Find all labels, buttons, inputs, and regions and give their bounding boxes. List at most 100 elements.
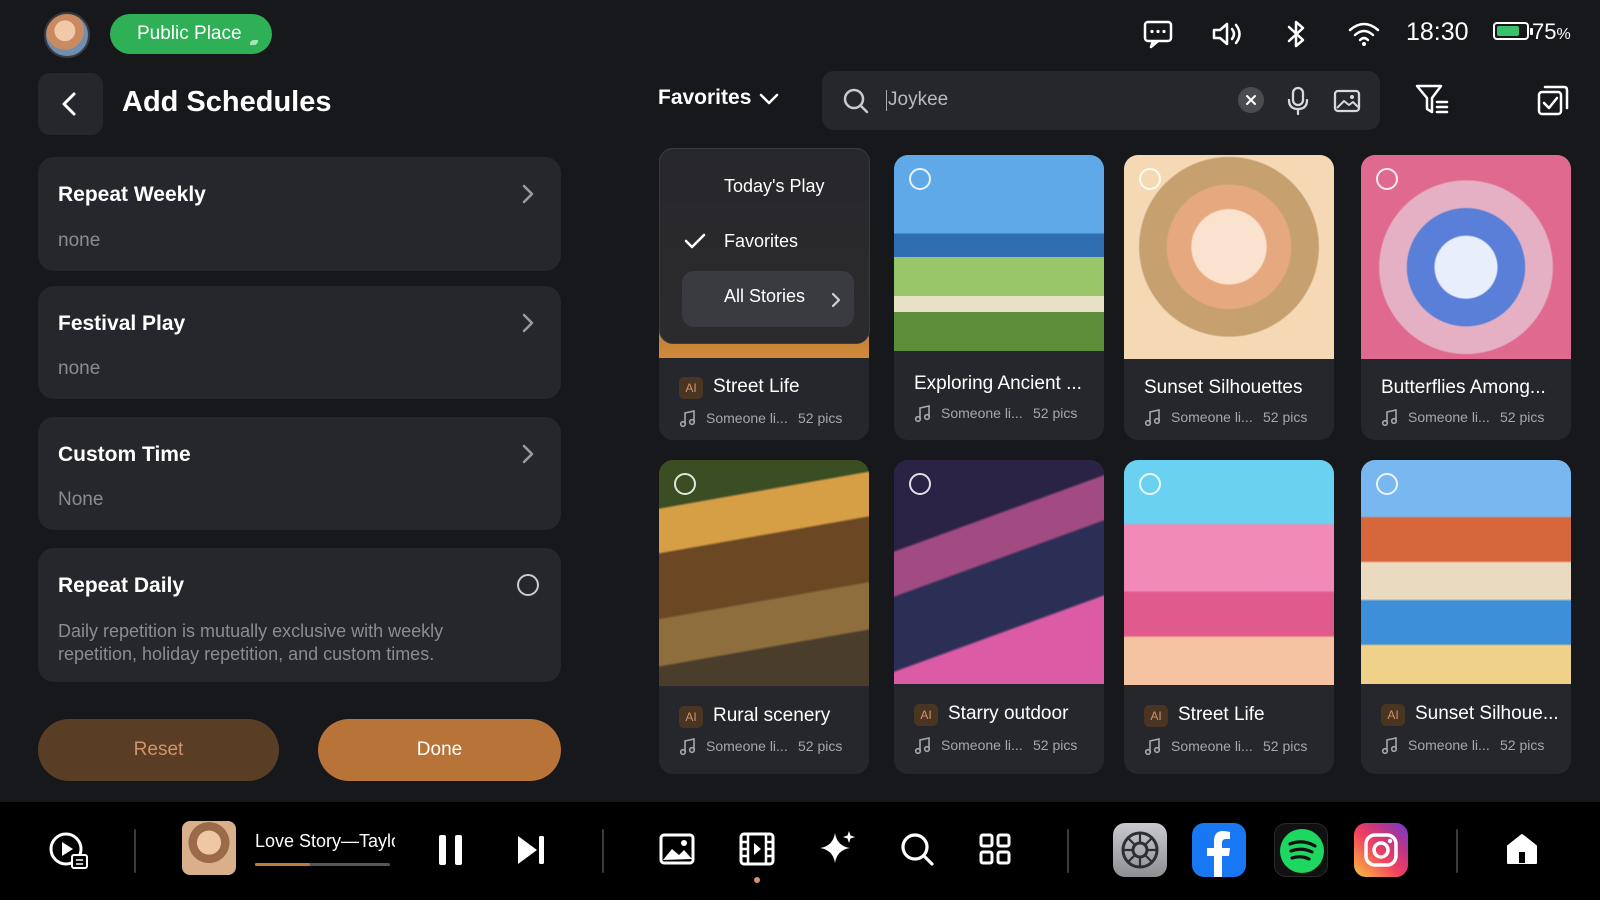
item-title: Repeat Weekly	[58, 183, 206, 206]
avatar[interactable]	[44, 12, 90, 58]
battery-level: 75%	[1532, 19, 1571, 44]
select-checkbox[interactable]	[909, 473, 931, 495]
story-title: Sunset Silhouettes	[1144, 377, 1303, 398]
story-card[interactable]: AI Rural scenery Someone li... 52 pics	[659, 460, 869, 774]
story-title: Butterflies Among...	[1381, 377, 1546, 398]
story-card[interactable]: Butterflies Among... Someone li... 52 pic…	[1361, 155, 1571, 440]
select-checkbox[interactable]	[674, 473, 696, 495]
instagram-app-icon[interactable]	[1354, 823, 1408, 877]
music-note-icon	[1144, 409, 1161, 427]
message-icon[interactable]	[1140, 16, 1176, 52]
repeat-weekly-item[interactable]: Repeat Weekly none	[38, 157, 561, 271]
chevron-down-icon	[759, 93, 779, 105]
story-title: Exploring Ancient ...	[914, 373, 1082, 394]
ai-badge: AI	[914, 704, 938, 726]
select-checkbox[interactable]	[909, 168, 931, 190]
back-button[interactable]	[38, 73, 103, 135]
item-value: None	[58, 489, 104, 510]
settings-app-icon[interactable]	[1113, 823, 1167, 877]
item-title: Festival Play	[58, 312, 186, 335]
playback-progress[interactable]	[255, 863, 390, 866]
chevron-right-icon	[831, 292, 841, 308]
ai-badge: AI	[679, 377, 703, 399]
album-cover[interactable]	[182, 821, 236, 875]
playlist-icon[interactable]	[48, 830, 90, 872]
done-button[interactable]: Done	[318, 719, 561, 781]
wifi-icon[interactable]	[1346, 16, 1382, 52]
item-description: Daily repetition is mutually exclusive w…	[58, 621, 444, 664]
select-checkbox[interactable]	[1139, 168, 1161, 190]
item-title: Repeat Daily	[58, 574, 185, 597]
bluetooth-icon[interactable]	[1278, 16, 1314, 52]
ai-badge: AI	[1381, 704, 1405, 726]
home-icon[interactable]	[1505, 832, 1539, 866]
festival-play-item[interactable]: Festival Play none	[38, 286, 561, 399]
select-checkbox[interactable]	[1376, 168, 1398, 190]
story-card[interactable]: AI Starry outdoor Someone li... 52 pics	[894, 460, 1104, 774]
chevron-right-icon	[522, 444, 534, 464]
repeat-daily-item[interactable]: Repeat Daily Daily repetition is mutuall…	[38, 548, 561, 682]
search-icon	[843, 88, 869, 114]
chevron-right-icon	[522, 184, 534, 204]
favorites-dropdown-menu: Today's Play Favorites All Stories	[659, 148, 870, 344]
story-title: Street Life	[713, 376, 800, 397]
favorites-dropdown[interactable]: Favorites	[658, 86, 779, 110]
pause-icon[interactable]	[436, 832, 466, 868]
facebook-app-icon[interactable]	[1192, 823, 1246, 877]
filter-icon[interactable]	[1414, 82, 1450, 116]
story-card[interactable]: AI Sunset Silhoue... Someone li... 52 pic…	[1361, 460, 1571, 774]
story-thumbnail	[1361, 460, 1571, 684]
search-icon[interactable]	[899, 831, 935, 867]
music-note-icon	[1381, 737, 1398, 755]
story-card[interactable]: AI Street Life Someone li... 52 pics	[1124, 460, 1334, 774]
select-checkbox[interactable]	[1139, 473, 1161, 495]
reset-button[interactable]: Reset	[38, 719, 279, 781]
check-icon	[684, 233, 706, 249]
story-thumbnail	[659, 460, 869, 686]
story-title: Rural scenery	[713, 705, 831, 726]
mode-badge[interactable]: Public Place	[110, 14, 272, 54]
music-note-icon	[914, 405, 931, 423]
video-icon[interactable]	[739, 831, 775, 867]
ai-badge: AI	[1144, 705, 1168, 727]
search-input[interactable]	[888, 87, 1208, 113]
story-title: Starry outdoor	[948, 703, 1069, 724]
gallery-icon[interactable]	[659, 832, 695, 866]
music-note-icon	[1381, 409, 1398, 427]
menu-item-favorites[interactable]: Favorites	[724, 231, 798, 252]
item-value: none	[58, 358, 101, 379]
multi-select-icon[interactable]	[1536, 83, 1570, 117]
spotify-app-icon[interactable]	[1274, 823, 1328, 877]
music-note-icon	[679, 738, 696, 756]
custom-time-item[interactable]: Custom Time None	[38, 417, 561, 530]
now-playing-title[interactable]: Love Story—Taylor Swift	[255, 831, 395, 852]
clear-search-button[interactable]	[1238, 87, 1264, 113]
item-title: Custom Time	[58, 443, 191, 466]
microphone-icon[interactable]	[1284, 86, 1312, 116]
clock: 18:30	[1406, 18, 1469, 46]
story-title: Sunset Silhoue...	[1415, 703, 1559, 724]
apps-grid-icon[interactable]	[978, 832, 1012, 866]
menu-item-todays-play[interactable]: Today's Play	[724, 176, 825, 197]
image-search-icon[interactable]	[1332, 86, 1362, 116]
story-thumbnail	[894, 460, 1104, 684]
search-bar[interactable]	[822, 71, 1380, 130]
close-icon	[1246, 95, 1256, 105]
ai-sparkle-icon[interactable]	[818, 829, 856, 867]
story-card[interactable]: Sunset Silhouettes Someone li... 52 pics	[1124, 155, 1334, 440]
chevron-left-icon	[62, 92, 76, 116]
volume-icon[interactable]	[1209, 16, 1245, 52]
story-card[interactable]: Exploring Ancient ... Someone li... 52 pi…	[894, 155, 1104, 440]
active-indicator	[754, 877, 760, 883]
menu-item-all-stories-label: All Stories	[724, 286, 806, 306]
story-thumbnail	[1124, 460, 1334, 685]
chevron-right-icon	[522, 313, 534, 333]
item-value: none	[58, 230, 101, 251]
page-title: Add Schedules	[122, 86, 332, 118]
text-caret	[886, 90, 887, 111]
next-track-icon[interactable]	[515, 832, 547, 868]
story-title: Street Life	[1178, 704, 1265, 725]
battery-icon	[1493, 22, 1533, 40]
repeat-daily-radio[interactable]	[517, 574, 539, 596]
select-checkbox[interactable]	[1376, 473, 1398, 495]
